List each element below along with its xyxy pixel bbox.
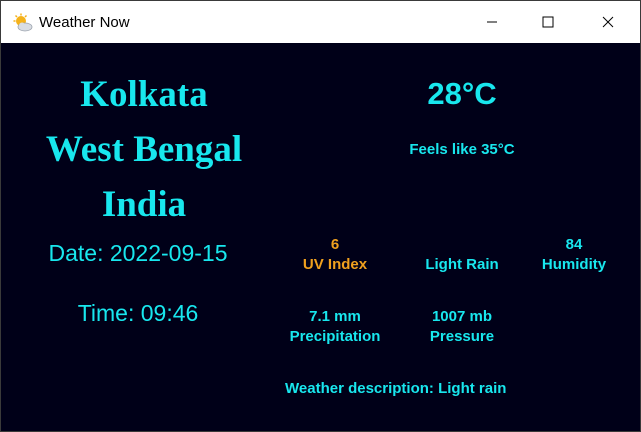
pressure: 1007 mb Pressure (412, 307, 512, 347)
time-label: Time: 09:46 (77, 300, 199, 326)
precipitation-value: 7.1 mm (309, 308, 361, 325)
uv-index: 6 UV Index (285, 235, 385, 275)
precipitation: 7.1 mm Precipitation (280, 307, 390, 347)
precipitation-label: Precipitation (289, 328, 381, 345)
date-label: Date: 2022-09-15 (48, 240, 228, 266)
title-bar[interactable]: Weather Now (1, 1, 640, 43)
close-icon (602, 16, 614, 28)
weather-panel: Kolkata West Bengal India Date: 2022-09-… (4, 43, 638, 430)
condition: Light Rain (407, 255, 517, 275)
country-name: India (101, 184, 187, 225)
humidity-label: Humidity (541, 256, 607, 273)
maximize-icon (542, 16, 554, 28)
app-window: Weather Now Kolkata West Bengal India Da… (0, 0, 641, 432)
maximize-button[interactable] (519, 1, 577, 43)
weather-description: Weather description: Light rain (285, 380, 507, 397)
temperature: 28°C (427, 76, 497, 111)
humidity-value: 84 (565, 236, 583, 253)
uv-index-label: UV Index (302, 256, 368, 273)
close-button[interactable] (579, 1, 637, 43)
window-title: Weather Now (39, 14, 130, 31)
state-name: West Bengal (45, 129, 243, 170)
city-name: Kolkata (80, 74, 208, 115)
condition-label: Light Rain (425, 256, 499, 273)
pressure-label: Pressure (429, 328, 495, 345)
humidity: 84 Humidity (529, 235, 619, 275)
minimize-button[interactable] (463, 1, 521, 43)
weather-sun-cloud-icon (13, 13, 33, 32)
uv-index-value: 6 (330, 236, 340, 253)
pressure-value: 1007 mb (431, 308, 493, 325)
minimize-icon (487, 21, 497, 23)
feels-like: Feels like 35°C (409, 141, 515, 158)
